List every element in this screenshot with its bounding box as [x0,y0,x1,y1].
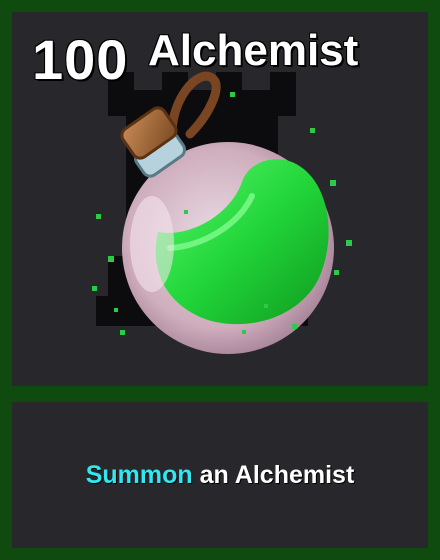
description-keyword: Summon [85,460,193,489]
cost-label: 100 [32,28,129,91]
description-text: an Alchemist [192,460,355,489]
card-title: Alchemist [148,26,359,75]
unit-card[interactable]: 100 Alchemist Summon an Alchemist [0,0,440,560]
card-art-panel: 100 Alchemist [12,12,428,386]
card-description-panel: Summon an Alchemist [12,402,428,548]
card-description: Summon an Alchemist [86,461,355,490]
